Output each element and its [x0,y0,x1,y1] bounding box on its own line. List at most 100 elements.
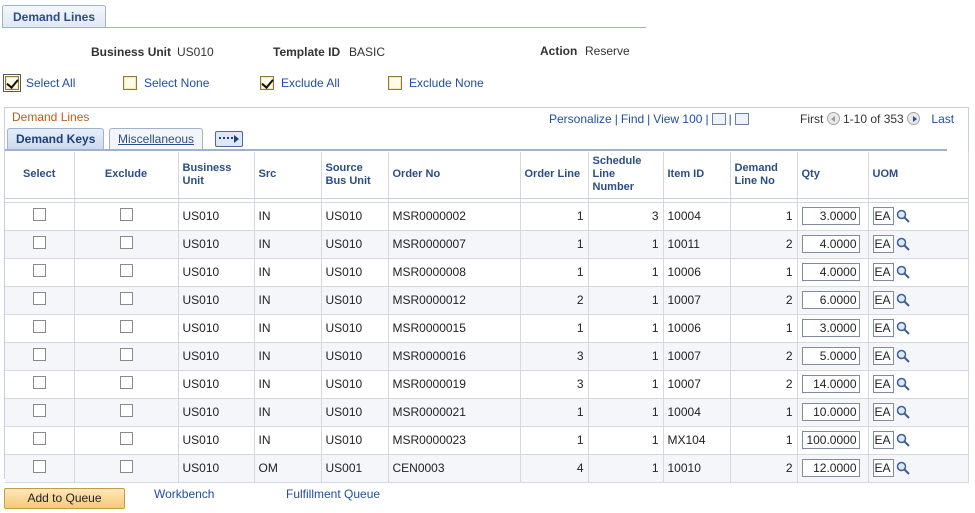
lookup-icon[interactable] [896,237,910,251]
tab-miscellaneous[interactable]: Miscellaneous [109,128,204,150]
business-unit-cell: US010 [178,286,255,315]
order-no-cell: MSR0000012 [388,286,521,315]
fulfillment-queue-link[interactable]: Fulfillment Queue [286,487,380,501]
src-cell: IN [254,426,322,455]
qty-input[interactable]: 100.0000 [801,431,860,449]
exclude-checkbox[interactable] [119,264,133,277]
find-link[interactable]: Find [621,112,644,126]
exclude-checkbox[interactable] [119,376,133,389]
exclude-all-checkbox-icon[interactable] [260,76,274,90]
exclude-none-option[interactable]: Exclude None [388,74,484,92]
item-id-cell: 10006 [663,258,731,287]
uom-input[interactable]: EA [872,431,894,449]
column-header: Order No [388,152,521,199]
exclude-all-link[interactable]: Exclude All [281,76,340,90]
qty-input[interactable]: 4.0000 [801,235,860,253]
select-checkbox[interactable] [32,348,46,361]
select-checkbox[interactable] [32,460,46,473]
select-none-option[interactable]: Select None [123,74,209,92]
exclude-checkbox[interactable] [119,320,133,333]
select-checkbox[interactable] [32,236,46,249]
lookup-icon[interactable] [896,377,910,391]
select-cell [5,258,75,287]
exclude-none-link[interactable]: Exclude None [409,76,484,90]
download-grid-icon[interactable] [734,113,749,125]
demand-line-no-cell: 1 [730,426,798,455]
qty-input[interactable]: 4.0000 [801,263,860,281]
qty-input[interactable]: 12.0000 [801,459,860,477]
workbench-link[interactable]: Workbench [154,487,214,501]
personalize-link[interactable]: Personalize [549,112,612,126]
uom-input[interactable]: EA [872,235,894,253]
exclude-checkbox[interactable] [119,460,133,473]
qty-cell: 4.0000 [797,258,869,287]
next-arrow-icon[interactable] [907,112,921,125]
exclude-none-checkbox-icon[interactable] [388,76,402,90]
lookup-icon[interactable] [896,209,910,223]
src-cell: IN [254,370,322,399]
qty-cell: 14.0000 [797,370,869,399]
qty-input[interactable]: 6.0000 [801,291,860,309]
nav-separator: | [614,112,618,126]
lookup-icon[interactable] [896,433,910,447]
select-checkbox[interactable] [32,292,46,305]
nav-separator: | [647,112,651,126]
uom-input[interactable]: EA [872,263,894,281]
tab-demand-lines[interactable]: Demand Lines [2,5,107,28]
exclude-checkbox[interactable] [119,432,133,445]
exclude-all-option[interactable]: Exclude All [260,74,340,92]
order-no-cell: MSR0000002 [388,202,521,231]
lookup-icon[interactable] [896,349,910,363]
qty-cell: 12.0000 [797,454,869,483]
select-checkbox[interactable] [32,376,46,389]
select-all-checkbox-icon[interactable] [3,74,21,92]
last-link[interactable]: Last [931,112,954,126]
tab-demand-keys[interactable]: Demand Keys [7,128,105,150]
previous-arrow-icon[interactable] [826,112,840,125]
select-all-option[interactable]: Select All [3,74,75,92]
select-checkbox[interactable] [32,404,46,417]
exclude-checkbox[interactable] [119,292,133,305]
select-none-checkbox-icon[interactable] [123,76,137,90]
uom-input[interactable]: EA [872,403,894,421]
lookup-icon[interactable] [896,265,910,279]
exclude-checkbox[interactable] [119,348,133,361]
exclude-checkbox[interactable] [119,208,133,221]
uom-input[interactable]: EA [872,291,894,309]
select-checkbox[interactable] [32,264,46,277]
lookup-icon[interactable] [896,321,910,335]
qty-input[interactable]: 14.0000 [801,375,860,393]
src-cell: IN [254,286,322,315]
qty-input[interactable]: 10.0000 [801,403,860,421]
column-header: Qty [797,152,869,199]
qty-input[interactable]: 3.0000 [801,319,860,337]
select-none-link[interactable]: Select None [144,76,209,90]
lookup-icon[interactable] [896,461,910,475]
order-line-cell: 1 [520,230,589,259]
exclude-cell [74,230,179,259]
table-row: US010 IN US010 MSR0000015 1 1 10006 1 3.0000 EA [5,314,969,343]
select-checkbox[interactable] [32,208,46,221]
select-cell [5,230,75,259]
uom-input[interactable]: EA [872,347,894,365]
select-all-link[interactable]: Select All [26,76,75,90]
order-no-cell: MSR0000007 [388,230,521,259]
uom-input[interactable]: EA [872,319,894,337]
uom-input[interactable]: EA [872,375,894,393]
business-unit-cell: US010 [178,454,255,483]
uom-input[interactable]: EA [872,207,894,225]
uom-input[interactable]: EA [872,459,894,477]
lookup-icon[interactable] [896,293,910,307]
lookup-icon[interactable] [896,405,910,419]
new-window-icon[interactable] [711,113,726,125]
view-100-link[interactable]: View 100 [653,112,702,126]
qty-input[interactable]: 5.0000 [801,347,860,365]
select-checkbox[interactable] [32,432,46,445]
qty-input[interactable]: 3.0000 [801,207,860,225]
show-all-columns-icon[interactable] [215,131,243,147]
exclude-checkbox[interactable] [119,404,133,417]
exclude-checkbox[interactable] [119,236,133,249]
select-checkbox[interactable] [32,320,46,333]
schedule-line-cell: 1 [588,454,664,483]
add-to-queue-button[interactable]: Add to Queue [4,488,125,509]
